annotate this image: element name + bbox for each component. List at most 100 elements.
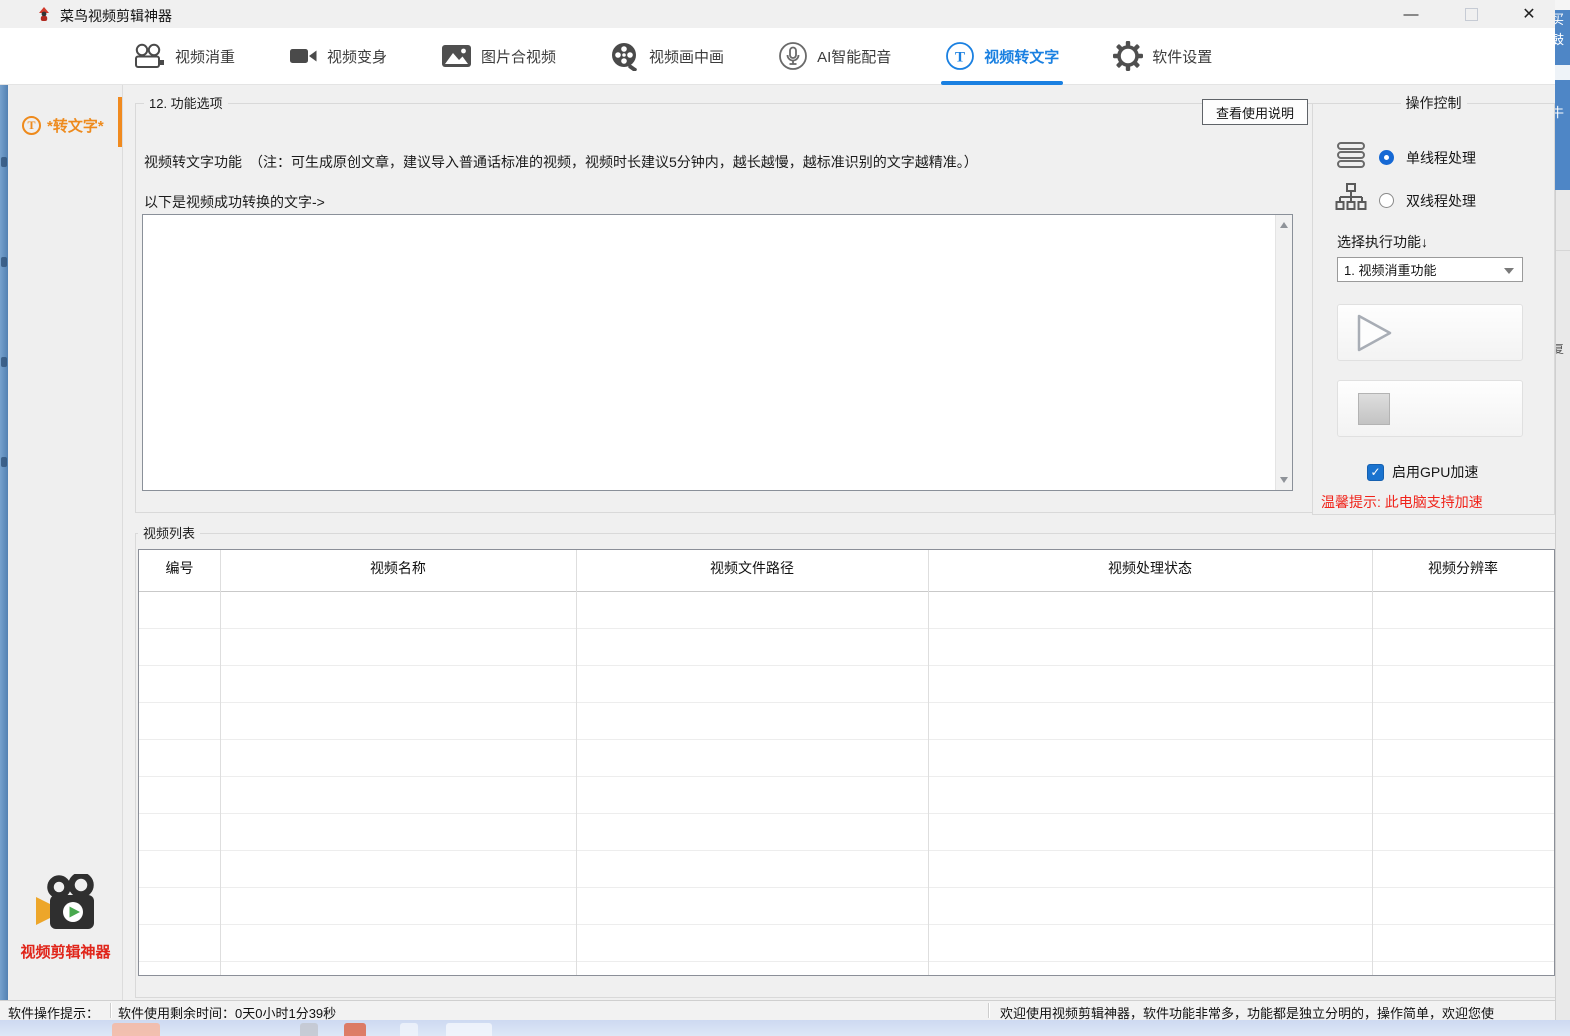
- logo-text: 视频剪辑神器: [8, 941, 123, 962]
- single-thread-label: 单线程处理: [1406, 148, 1476, 168]
- edge-char: 买: [1555, 10, 1570, 30]
- taskbar-icon: [446, 1023, 492, 1036]
- tab-label: 视频转文字: [984, 46, 1059, 67]
- video-table-body: [139, 592, 1554, 976]
- sidebar: T *转文字* 视频剪辑神器: [8, 85, 123, 1000]
- column-header-path: 视频文件路径: [576, 550, 928, 591]
- close-button[interactable]: ✕: [1506, 0, 1552, 28]
- feature-description: 视频转文字功能 （注：可生成原创文章，建议导入普通话标准的视频，视频时长建议5分…: [144, 152, 978, 172]
- tab-image-to-video[interactable]: 图片合视频: [437, 28, 560, 85]
- chevron-down-icon: [1504, 268, 1514, 274]
- table-row: [139, 888, 1554, 925]
- view-instructions-button[interactable]: 查看使用说明: [1202, 99, 1308, 125]
- stop-icon: [1358, 393, 1390, 425]
- table-row: [139, 851, 1554, 888]
- video-table[interactable]: 编号 视频名称 视频文件路径 视频处理状态 视频分辨率: [138, 549, 1555, 976]
- column-divider: [576, 550, 577, 975]
- taskbar-icon: [300, 1023, 318, 1036]
- scroll-down-icon[interactable]: [1280, 477, 1288, 483]
- video-camera-icon: [289, 45, 318, 67]
- tab-label: 软件设置: [1152, 46, 1212, 67]
- tab-label: 视频画中画: [649, 46, 724, 67]
- result-label: 以下是视频成功转换的文字->: [144, 192, 325, 212]
- title-bar: 菜鸟视频剪辑神器 — ✕: [0, 0, 1570, 28]
- video-table-header: 编号 视频名称 视频文件路径 视频处理状态 视频分辨率: [139, 550, 1554, 592]
- tab-label: 视频变身: [327, 46, 387, 67]
- gpu-checkbox-label: 启用GPU加速: [1392, 462, 1478, 482]
- tab-video-dedup[interactable]: 视频消重: [128, 28, 239, 85]
- status-divider: [110, 1003, 111, 1018]
- single-thread-radio[interactable]: [1379, 150, 1394, 165]
- operation-control-group: 操作控制 单线程处理: [1312, 103, 1555, 515]
- video-list-group: 视频列表 编号 视频名称 视频文件路径 视频处理状态 视频分辨率: [135, 533, 1567, 998]
- main-content: 12. 功能选项 查看使用说明 视频转文字功能 （注：可生成原创文章，建议导入普…: [123, 85, 1555, 1000]
- gear-icon: [1113, 41, 1143, 71]
- table-row: [139, 777, 1554, 814]
- sidebar-item-to-text[interactable]: T *转文字*: [8, 107, 123, 143]
- tab-label: AI智能配音: [817, 46, 891, 67]
- column-header-number: 编号: [139, 550, 220, 591]
- app-icon: [36, 6, 52, 22]
- maximize-button[interactable]: [1448, 0, 1494, 28]
- active-tab-underline: [941, 81, 1063, 85]
- tab-video-to-text[interactable]: T 视频转文字: [941, 28, 1063, 85]
- dual-thread-icon: [1335, 182, 1367, 219]
- tab-video-pip[interactable]: 视频画中画: [606, 28, 728, 85]
- function-select[interactable]: 1. 视频消重功能: [1337, 257, 1523, 282]
- group-title: 视频列表: [138, 525, 200, 542]
- microphone-icon: [778, 41, 808, 71]
- letter-t-icon: T: [945, 41, 975, 71]
- gpu-hint-text: 温馨提示: 此电脑支持加速: [1321, 492, 1483, 512]
- app-logo: 视频剪辑神器: [8, 874, 123, 962]
- table-row: [139, 592, 1554, 629]
- gpu-checkbox[interactable]: ✓: [1367, 464, 1384, 481]
- start-button[interactable]: [1337, 304, 1523, 361]
- taskbar-strip: [0, 1020, 1570, 1036]
- function-options-group: 12. 功能选项 查看使用说明 视频转文字功能 （注：可生成原创文章，建议导入普…: [135, 103, 1315, 513]
- tab-label: 图片合视频: [481, 46, 556, 67]
- maximize-icon: [1465, 8, 1478, 21]
- column-divider: [220, 550, 221, 975]
- window-title: 菜鸟视频剪辑神器: [60, 6, 172, 26]
- single-thread-icon: [1335, 140, 1367, 175]
- function-select-value: 1. 视频消重功能: [1344, 260, 1436, 279]
- play-icon: [1356, 313, 1394, 353]
- picture-icon: [441, 44, 472, 68]
- app-window: 菜鸟视频剪辑神器 — ✕ 视频消重 视频: [0, 0, 1570, 1036]
- tab-label: 视频消重: [175, 46, 235, 67]
- desktop-background-strip: [0, 85, 8, 1000]
- stop-button[interactable]: [1337, 380, 1523, 437]
- scroll-up-icon[interactable]: [1280, 222, 1288, 228]
- minimize-button[interactable]: —: [1388, 0, 1434, 28]
- film-reel-icon: [610, 41, 640, 71]
- edge-char: 牛: [1555, 102, 1570, 121]
- tab-video-transform[interactable]: 视频变身: [285, 28, 391, 85]
- tab-ai-dubbing[interactable]: AI智能配音: [774, 28, 895, 85]
- letter-t-icon: T: [22, 116, 41, 135]
- select-function-label: 选择执行功能↓: [1337, 232, 1428, 252]
- status-divider: [988, 1003, 989, 1018]
- sidebar-active-indicator: [118, 97, 122, 147]
- table-row: [139, 740, 1554, 777]
- taskbar-icon: [112, 1023, 160, 1036]
- column-header-resolution: 视频分辨率: [1372, 550, 1554, 591]
- converted-text-area[interactable]: [142, 214, 1293, 491]
- table-row: [139, 962, 1554, 976]
- column-header-status: 视频处理状态: [928, 550, 1372, 591]
- table-row: [139, 629, 1554, 666]
- table-row: [139, 666, 1554, 703]
- text-area-scrollbar[interactable]: [1275, 215, 1292, 490]
- edge-char: 复: [1555, 340, 1570, 357]
- column-divider: [928, 550, 929, 975]
- movie-camera-icon: [132, 43, 166, 70]
- sidebar-item-label: *转文字*: [47, 115, 104, 136]
- taskbar-icon: [400, 1023, 418, 1036]
- single-thread-row: 单线程处理: [1335, 140, 1476, 175]
- dual-thread-radio[interactable]: [1379, 193, 1394, 208]
- edge-char: 鼓: [1555, 30, 1570, 50]
- tab-settings[interactable]: 软件设置: [1109, 28, 1216, 85]
- table-row: [139, 814, 1554, 851]
- movie-camera-logo-icon: [32, 874, 100, 932]
- column-header-name: 视频名称: [220, 550, 576, 591]
- group-title: 操作控制: [1401, 95, 1467, 112]
